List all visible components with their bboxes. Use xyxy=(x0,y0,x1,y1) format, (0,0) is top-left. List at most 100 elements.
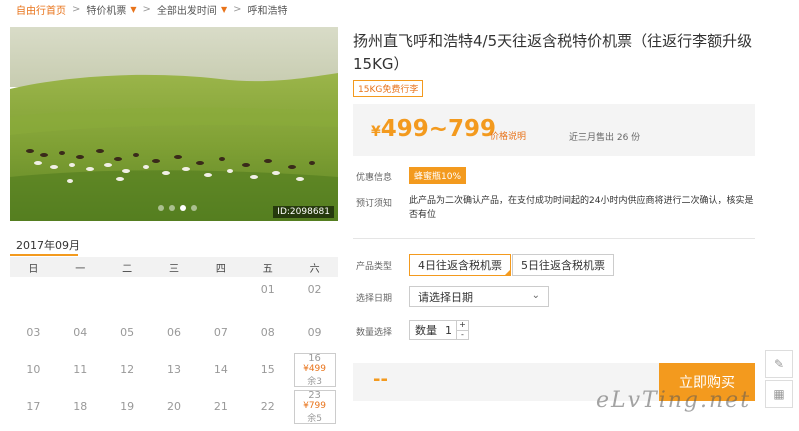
calendar-day: 01 xyxy=(260,283,275,296)
calendar-day: 02 xyxy=(307,283,322,296)
calendar-day: 21 xyxy=(213,400,228,413)
calendar-day-price-box[interactable]: 16 ¥499 余3 xyxy=(293,352,336,387)
calendar-day-empty xyxy=(104,277,151,314)
calendar-day-empty xyxy=(151,277,198,314)
calendar-day-empty xyxy=(197,277,244,314)
calendar-week-row: 03 04 05 06 07 08 09 xyxy=(10,314,338,351)
chevron-down-icon[interactable]: ▼ xyxy=(130,5,136,14)
quantity-prefix: 数量 xyxy=(415,324,437,337)
breadcrumb: 自由行首页 > 特价机票 ▼ > 全部出发时间 ▼ > 呼和浩特 xyxy=(0,0,799,18)
weekday-fri: 五 xyxy=(262,263,273,275)
calendar-day: 11 xyxy=(73,363,88,376)
side-toolbar: ✎ ▦ xyxy=(765,350,793,410)
breadcrumb-separator: > xyxy=(72,3,81,15)
calendar-day: 08 xyxy=(260,326,275,339)
section-divider xyxy=(353,238,755,239)
calendar-day: 13 xyxy=(166,363,181,376)
calendar-day-available[interactable]: 23 ¥799 余5 xyxy=(291,388,338,425)
calendar-day: 22 xyxy=(260,400,275,413)
chevron-down-icon[interactable]: ▼ xyxy=(221,5,227,14)
quantity-stepper[interactable]: 数量 1 + - xyxy=(409,320,469,340)
calendar-day: 20 xyxy=(166,400,181,413)
breadcrumb-home-link[interactable]: 自由行首页 xyxy=(16,2,66,17)
chevron-down-icon: ⌄ xyxy=(531,290,540,301)
calendar-day: 18 xyxy=(73,400,88,413)
calendar-day: 17 xyxy=(26,400,41,413)
booking-notice: 此产品为二次确认产品，在支付成功时间起的24小时内供应商将进行二次确认，核实是否… xyxy=(409,196,754,220)
calendar-day: 10 xyxy=(26,363,41,376)
carousel-dot[interactable] xyxy=(169,205,175,211)
calendar-month: 2017年09月 xyxy=(16,239,80,252)
product-type-option-5day[interactable]: 5日往返含税机票 xyxy=(512,254,614,276)
sales-count: 近三月售出 26 份 xyxy=(569,133,641,143)
price-explain-link[interactable]: 价格说明 xyxy=(490,129,526,142)
quantity-label: 数量选择 xyxy=(356,328,393,338)
calendar-week-row: 01 02 xyxy=(10,277,338,314)
calendar-week-row: 17 18 19 20 21 22 23 ¥799 余5 xyxy=(10,388,338,425)
carousel-dot[interactable] xyxy=(158,205,164,211)
carousel-dots xyxy=(158,205,197,211)
calendar-day-price: ¥499 xyxy=(303,363,327,374)
notice-label: 预订须知 xyxy=(356,199,393,209)
price-range-value: 499~799 xyxy=(380,116,497,142)
quantity-decrease-button[interactable]: - xyxy=(457,330,468,340)
breadcrumb-item-destination: 呼和浩特 xyxy=(247,5,288,17)
edit-icon[interactable]: ✎ xyxy=(765,350,793,378)
calendar-day-remaining: 余3 xyxy=(307,376,322,387)
date-select[interactable]: 请选择日期 ⌄ xyxy=(409,286,549,307)
calendar-day-price-box[interactable]: 23 ¥799 余5 xyxy=(293,389,336,424)
breadcrumb-separator: > xyxy=(233,3,242,15)
calendar-day-number: 23 xyxy=(308,389,321,401)
calendar-day: 05 xyxy=(120,326,135,339)
order-total: -- xyxy=(373,369,388,390)
calendar-day-price: ¥799 xyxy=(303,400,327,411)
luggage-tag: 15KG免费行李 xyxy=(353,80,424,97)
date-select-value: 请选择日期 xyxy=(418,290,473,304)
qr-code-icon[interactable]: ▦ xyxy=(765,380,793,408)
calendar-day: 14 xyxy=(213,363,228,376)
weekday-wed: 三 xyxy=(168,263,179,275)
calendar-day-remaining: 余5 xyxy=(307,413,322,424)
calendar-day: 07 xyxy=(213,326,228,339)
calendar-day: 09 xyxy=(307,326,322,339)
calendar-day-empty xyxy=(57,277,104,314)
watermark: eLvTing.net xyxy=(596,388,752,413)
quantity-step-buttons: + - xyxy=(456,321,468,339)
calendar-day: 19 xyxy=(120,400,135,413)
quantity-value[interactable]: 1 xyxy=(445,324,452,337)
calendar-day: 06 xyxy=(166,326,181,339)
breadcrumb-separator: > xyxy=(142,3,151,15)
calendar-day: 12 xyxy=(120,363,135,376)
weekday-mon: 一 xyxy=(75,263,86,275)
weekday-thu: 四 xyxy=(215,263,226,275)
calendar-day-number: 16 xyxy=(308,352,321,364)
calendar-day-available[interactable]: 16 ¥499 余3 xyxy=(291,351,338,388)
currency-symbol: ¥ xyxy=(371,124,381,140)
image-id-label: ID:2098681 xyxy=(273,206,334,218)
weekday-sun: 日 xyxy=(28,263,39,275)
breadcrumb-item-departure-time[interactable]: 全部出发时间 xyxy=(157,2,217,17)
calendar-grid: 01 02 03 04 05 06 07 08 09 10 11 12 13 1… xyxy=(10,277,338,425)
calendar-day: 03 xyxy=(26,326,41,339)
breadcrumb-item-flights[interactable]: 特价机票 xyxy=(86,2,126,17)
discount-badge: 蜂蜜瓶10% xyxy=(409,167,467,184)
calendar-day: 15 xyxy=(260,363,275,376)
weekday-sat: 六 xyxy=(309,263,320,275)
discount-label: 优惠信息 xyxy=(356,173,393,183)
carousel-dot[interactable] xyxy=(191,205,197,211)
calendar-day-empty xyxy=(10,277,57,314)
product-title: 扬州直飞呼和浩特4/5天往返含税特价机票（往返行李额升级15KG） xyxy=(353,32,753,73)
product-type-option-4day[interactable]: 4日往返含税机票 xyxy=(409,254,511,276)
product-type-label: 产品类型 xyxy=(356,262,393,272)
calendar-day: 04 xyxy=(73,326,88,339)
weekday-tue: 二 xyxy=(122,263,133,275)
calendar-weekday-header: 日 一 二 三 四 五 六 xyxy=(10,257,338,277)
price-range: ¥499~799 xyxy=(371,116,496,142)
calendar-week-row: 10 11 12 13 14 15 16 ¥499 余3 xyxy=(10,351,338,388)
calendar-month-underline xyxy=(10,254,78,256)
price-panel: ¥499~799 价格说明 近三月售出 26 份 xyxy=(353,104,755,156)
product-photo[interactable]: ID:2098681 xyxy=(10,27,338,221)
carousel-dot-active[interactable] xyxy=(180,205,186,211)
date-label: 选择日期 xyxy=(356,294,393,304)
grassland-photo xyxy=(10,27,338,221)
